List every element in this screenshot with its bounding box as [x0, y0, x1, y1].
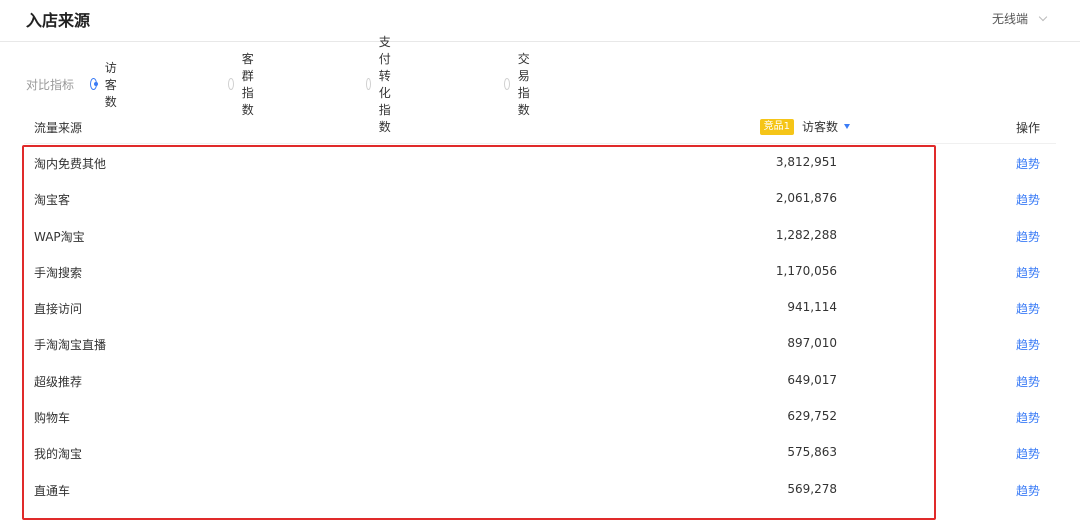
- source-cell: 手淘淘宝直播: [34, 338, 107, 353]
- table-row: 我的淘宝 575,863 趋势: [24, 435, 1056, 471]
- trend-link[interactable]: 趋势: [1016, 445, 1040, 462]
- trend-link[interactable]: 趋势: [1016, 191, 1040, 208]
- source-cell: 超级推荐: [34, 374, 83, 389]
- radio-icon: [228, 78, 234, 90]
- table-body: 淘内免费其他 3,812,951 趋势 淘宝客 2,061,876 趋势 WAP淘宝 1,28…: [24, 145, 1056, 508]
- trend-link[interactable]: 趋势: [1016, 409, 1040, 426]
- table-row: 淘宝客 2,061,876 趋势: [24, 181, 1056, 217]
- column-header-operation: 操作: [1015, 121, 1040, 135]
- visitors-cell: 1,170,056: [775, 263, 837, 278]
- chevron-down-icon: [1038, 12, 1048, 21]
- source-cell: 直接访问: [34, 302, 83, 317]
- radio-visitors[interactable]: 访客数: [90, 59, 122, 110]
- radio-customer-index[interactable]: 客群指数: [228, 50, 260, 118]
- trend-link[interactable]: 趋势: [1016, 336, 1040, 353]
- page-header: 入店来源 无线端: [0, 0, 1080, 42]
- visitors-cell: 629,752: [787, 409, 837, 424]
- source-cell: 淘宝客: [34, 193, 71, 208]
- page-title: 入店来源: [26, 11, 91, 30]
- radio-icon: [90, 78, 98, 90]
- visitors-cell: 941,114: [787, 300, 837, 315]
- radio-label: 交易指数: [517, 52, 530, 117]
- visitors-cell: 2,061,876: [775, 191, 837, 206]
- device-select-label: 无线端: [991, 12, 1028, 26]
- source-cell: WAP淘宝: [34, 229, 85, 244]
- table-header: 流量来源 竞品1 访客数 操作: [24, 112, 1056, 144]
- device-select[interactable]: 无线端: [991, 10, 1048, 27]
- table-row: 淘内免费其他 3,812,951 趋势: [24, 145, 1056, 181]
- table-row: 手淘搜索 1,170,056 趋势: [24, 254, 1056, 290]
- source-cell: 淘内免费其他: [34, 157, 107, 171]
- competitor-badge: 竞品1: [759, 118, 794, 135]
- visitors-cell: 897,010: [787, 336, 837, 351]
- column-header-visitors[interactable]: 竞品1 访客数: [759, 118, 850, 135]
- visitors-cell: 569,278: [787, 481, 837, 496]
- trend-link[interactable]: 趋势: [1016, 482, 1040, 499]
- table-row: 超级推荐 649,017 趋势: [24, 363, 1056, 399]
- source-cell: 直通车: [34, 483, 71, 498]
- column-header-visitors-label: 访客数: [801, 120, 838, 134]
- compare-metrics: 对比指标 访客数 客群指数 支付转化指数 交易指数: [26, 35, 530, 134]
- visitors-cell: 3,812,951: [775, 155, 837, 169]
- trend-link[interactable]: 趋势: [1016, 155, 1040, 172]
- trend-link[interactable]: 趋势: [1016, 373, 1040, 390]
- source-cell: 我的淘宝: [34, 447, 83, 462]
- metrics-label: 对比指标: [26, 77, 75, 92]
- visitors-cell: 649,017: [787, 372, 837, 387]
- table-row: 手淘淘宝直播 897,010 趋势: [24, 326, 1056, 362]
- radio-icon: [366, 78, 371, 90]
- table-row: WAP淘宝 1,282,288 趋势: [24, 218, 1056, 254]
- visitors-cell: 575,863: [787, 445, 837, 460]
- radio-label: 客群指数: [241, 52, 254, 117]
- radio-label: 访客数: [104, 60, 117, 109]
- column-header-source: 流量来源: [34, 121, 83, 135]
- trend-link[interactable]: 趋势: [1016, 264, 1040, 281]
- source-cell: 手淘搜索: [34, 265, 83, 280]
- source-cell: 购物车: [34, 411, 71, 426]
- trend-link[interactable]: 趋势: [1016, 228, 1040, 245]
- sort-desc-icon[interactable]: [844, 124, 850, 129]
- table-row: 直通车 569,278 趋势: [24, 472, 1056, 508]
- radio-icon: [504, 78, 510, 90]
- table-row: 直接访问 941,114 趋势: [24, 290, 1056, 326]
- table-row: 购物车 629,752 趋势: [24, 399, 1056, 435]
- trend-link[interactable]: 趋势: [1016, 300, 1040, 317]
- radio-trade-index[interactable]: 交易指数: [504, 50, 536, 118]
- visitors-cell: 1,282,288: [775, 227, 837, 242]
